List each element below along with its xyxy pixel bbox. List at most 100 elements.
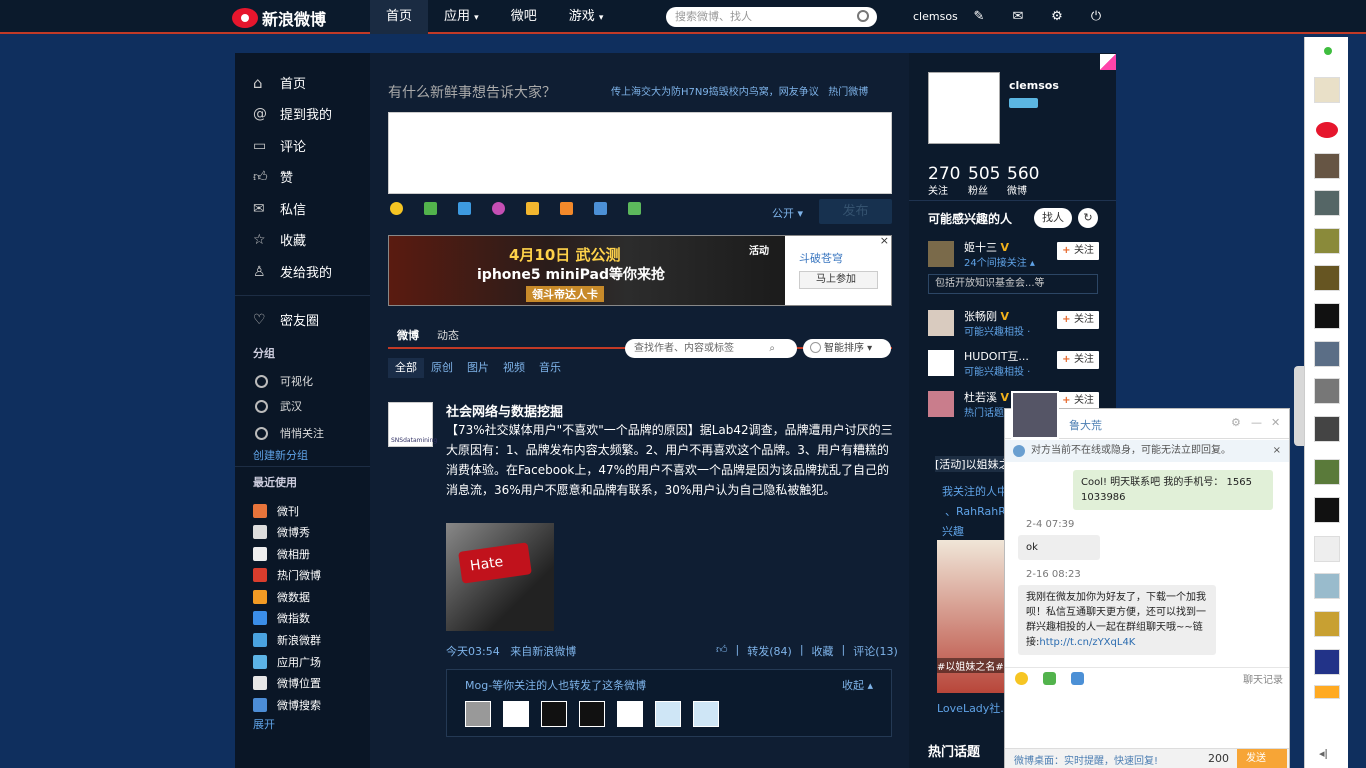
join-button[interactable]: 马上参加 xyxy=(799,271,878,289)
stat-following[interactable]: 270 关注 xyxy=(928,164,960,197)
person-name[interactable]: 杜若溪 V xyxy=(964,389,1009,405)
filter-all[interactable]: 全部 xyxy=(388,358,424,378)
person-desc[interactable]: 可能兴趣相投 · xyxy=(964,323,1030,338)
member-badge[interactable] xyxy=(1009,98,1038,108)
person-avatar[interactable] xyxy=(928,391,954,417)
group-item[interactable]: 武汉 xyxy=(255,398,302,414)
like-icon[interactable]: 👍︎ xyxy=(716,643,728,659)
filter-images[interactable]: 图片 xyxy=(460,358,496,378)
person-desc[interactable]: 可能兴趣相投 · xyxy=(964,363,1030,378)
left-nav-comments[interactable]: ▭ 评论 xyxy=(253,136,306,156)
compose-textarea[interactable] xyxy=(388,112,892,194)
activity-image[interactable]: #以姐妹之名# 赢取adidas装 xyxy=(937,540,1007,693)
forwarder-avatar[interactable] xyxy=(655,701,681,727)
left-nav-favorites[interactable]: ☆ 收藏 xyxy=(253,230,306,250)
close-icon[interactable]: × xyxy=(1273,440,1281,462)
music-icon[interactable] xyxy=(492,202,505,215)
post-avatar[interactable]: SNSdatamining xyxy=(388,402,437,447)
dock-contact[interactable] xyxy=(1314,459,1340,485)
weibo-dock-icon[interactable] xyxy=(1314,117,1340,143)
close-icon[interactable]: ✕ xyxy=(1271,416,1280,429)
stat-posts[interactable]: 560 微博 xyxy=(1007,164,1039,197)
dock-contact[interactable] xyxy=(1314,649,1340,675)
online-status-icon[interactable] xyxy=(1324,47,1332,55)
person-avatar[interactable] xyxy=(928,350,954,376)
activity-sublink[interactable]: LoveLady社... xyxy=(937,700,1011,716)
app-item[interactable]: 微数据 xyxy=(253,589,310,605)
tab-weibo[interactable]: 微博 xyxy=(397,327,419,343)
refresh-icon[interactable]: ↻ xyxy=(1078,208,1098,228)
close-icon[interactable]: × xyxy=(880,234,889,247)
left-nav-likes[interactable]: 👍︎ 赞 xyxy=(253,167,293,186)
dock-contact[interactable] xyxy=(1314,303,1340,329)
person-name[interactable]: 张畅刚 V xyxy=(964,308,1009,324)
image-icon[interactable] xyxy=(424,202,437,215)
settings-icon[interactable]: ⚙ xyxy=(1231,416,1241,429)
activity-desc[interactable]: 、RahRahR xyxy=(945,503,1006,519)
gear-icon[interactable]: ⚙ xyxy=(1049,9,1065,25)
expand-link[interactable]: 展开 xyxy=(253,716,275,732)
app-item[interactable]: 微刊 xyxy=(253,503,299,519)
post-author[interactable]: 社会网络与数据挖掘 xyxy=(446,401,563,420)
forwarder-avatar[interactable] xyxy=(503,701,529,727)
dock-contact[interactable] xyxy=(1314,416,1340,442)
mail-icon[interactable]: ✉ xyxy=(1010,9,1026,25)
post-image[interactable]: Hate xyxy=(446,523,554,631)
filter-original[interactable]: 原创 xyxy=(424,358,460,378)
image-icon[interactable] xyxy=(1043,672,1056,685)
app-item[interactable]: 热门微博 xyxy=(253,567,321,583)
emoji-icon[interactable] xyxy=(1015,672,1028,685)
post-time[interactable]: 今天03:54 xyxy=(446,645,500,658)
person-name[interactable]: 姬十三 V xyxy=(964,239,1009,255)
dock-contact[interactable] xyxy=(1314,611,1340,637)
nav-apps[interactable]: 应用 ▾ xyxy=(428,0,495,34)
dock-contact[interactable] xyxy=(1314,77,1340,103)
forwarder-avatar[interactable] xyxy=(617,701,643,727)
tab-activity[interactable]: 动态 xyxy=(437,327,459,343)
edit-icon[interactable]: ✎ xyxy=(971,9,987,25)
dock-contact[interactable] xyxy=(1314,378,1340,404)
app-item[interactable]: 新浪微群 xyxy=(253,632,321,648)
collapse-dock-icon[interactable]: ◂ǀ xyxy=(1319,747,1328,760)
nav-weiba[interactable]: 微吧 xyxy=(495,0,553,34)
app-item[interactable]: 微博位置 xyxy=(253,675,321,691)
more-icon[interactable] xyxy=(628,202,641,215)
person-name[interactable]: HUDOIT互... xyxy=(964,348,1029,364)
search-icon[interactable] xyxy=(857,10,869,22)
follow-button[interactable]: 关注 xyxy=(1057,311,1099,329)
person-avatar[interactable] xyxy=(928,310,954,336)
app-item[interactable]: 微相册 xyxy=(253,546,310,562)
dock-contact[interactable] xyxy=(1314,497,1340,523)
chat-history-link[interactable]: 聊天记录 xyxy=(1243,671,1283,686)
forwarder-avatar[interactable] xyxy=(465,701,491,727)
left-nav-close-friends[interactable]: ♡ 密友圈 xyxy=(253,310,319,330)
vote-icon[interactable] xyxy=(594,202,607,215)
person-avatar[interactable] xyxy=(928,241,954,267)
follow-button[interactable]: 关注 xyxy=(1057,242,1099,260)
app-item[interactable]: 微博秀 xyxy=(253,524,310,540)
filter-video[interactable]: 视频 xyxy=(496,358,532,378)
dock-contact[interactable] xyxy=(1314,685,1340,699)
sort-dropdown[interactable]: 智能排序 ▾ xyxy=(803,339,891,358)
app-item[interactable]: 微博搜索 xyxy=(253,697,321,713)
follow-button[interactable]: 关注 xyxy=(1057,351,1099,369)
comment-link[interactable]: 评论(13) xyxy=(853,643,898,659)
dock-contact[interactable] xyxy=(1314,153,1340,179)
repost-link[interactable]: 转发(84) xyxy=(747,643,792,659)
post-button[interactable]: 发布 xyxy=(819,199,892,224)
chat-input[interactable] xyxy=(1005,690,1289,748)
feed-search-input[interactable]: 查找作者、内容或标签 ⌕ xyxy=(625,339,797,358)
skin-corner-icon[interactable] xyxy=(1100,54,1116,70)
find-people-button[interactable]: 找人 xyxy=(1034,208,1072,228)
forwarder-avatar[interactable] xyxy=(579,701,605,727)
long-post-icon[interactable] xyxy=(560,202,573,215)
person-desc[interactable]: 热门话题 xyxy=(964,404,1004,419)
username-link[interactable]: clemsos xyxy=(913,10,958,23)
chat-link[interactable]: http://t.cn/zYXqL4K xyxy=(1039,637,1135,648)
forwarder-avatar[interactable] xyxy=(541,701,567,727)
forwarders-text[interactable]: Mog-等你关注的人也转发了这条微博 xyxy=(465,677,646,693)
filter-music[interactable]: 音乐 xyxy=(532,358,568,378)
collapse-link[interactable]: 收起 ▴ xyxy=(842,677,873,693)
video-icon[interactable] xyxy=(458,202,471,215)
left-nav-home[interactable]: ⌂ 首页 xyxy=(253,73,306,93)
